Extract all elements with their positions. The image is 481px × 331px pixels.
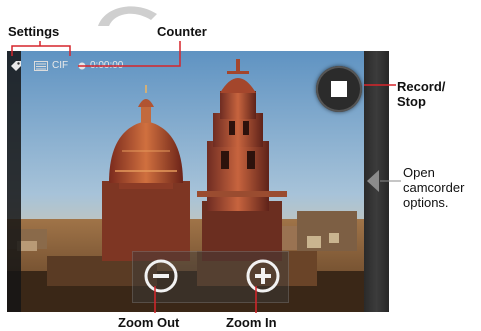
zoom-out-callout: Zoom Out: [118, 315, 180, 330]
status-bar: CIF 0:00:00: [7, 59, 147, 75]
stop-square-icon: [331, 81, 347, 97]
storage-icon: [34, 61, 48, 71]
record-stop-button[interactable]: [316, 66, 362, 112]
open-options-callout-line1: Open: [403, 165, 435, 180]
recording-counter: 0:00:00: [90, 60, 124, 71]
counter-callout: Counter: [157, 24, 207, 39]
swirl-decoration: [98, 6, 157, 26]
open-options-callout-line3: options.: [403, 195, 449, 210]
settings-callout: Settings: [8, 24, 60, 39]
tag-icon[interactable]: [10, 60, 22, 72]
zoom-in-button[interactable]: [245, 258, 281, 294]
zoom-in-callout: Zoom In: [226, 315, 277, 330]
record-stop-callout: Record/ Stop: [397, 79, 445, 109]
record-stop-callout-line2: Stop: [397, 94, 426, 109]
open-options-callout-line2: camcorder: [403, 180, 465, 195]
video-format-label: CIF: [52, 60, 69, 71]
record-stop-callout-line1: Record/: [397, 79, 446, 94]
record-dot-icon: [78, 62, 86, 70]
camcorder-viewfinder[interactable]: CIF 0:00:00: [7, 51, 389, 312]
open-options-callout: Open camcorder options.: [403, 165, 464, 210]
zoom-controls: [132, 251, 289, 303]
chevron-left-icon[interactable]: [366, 170, 380, 192]
zoom-out-button[interactable]: [143, 258, 179, 294]
